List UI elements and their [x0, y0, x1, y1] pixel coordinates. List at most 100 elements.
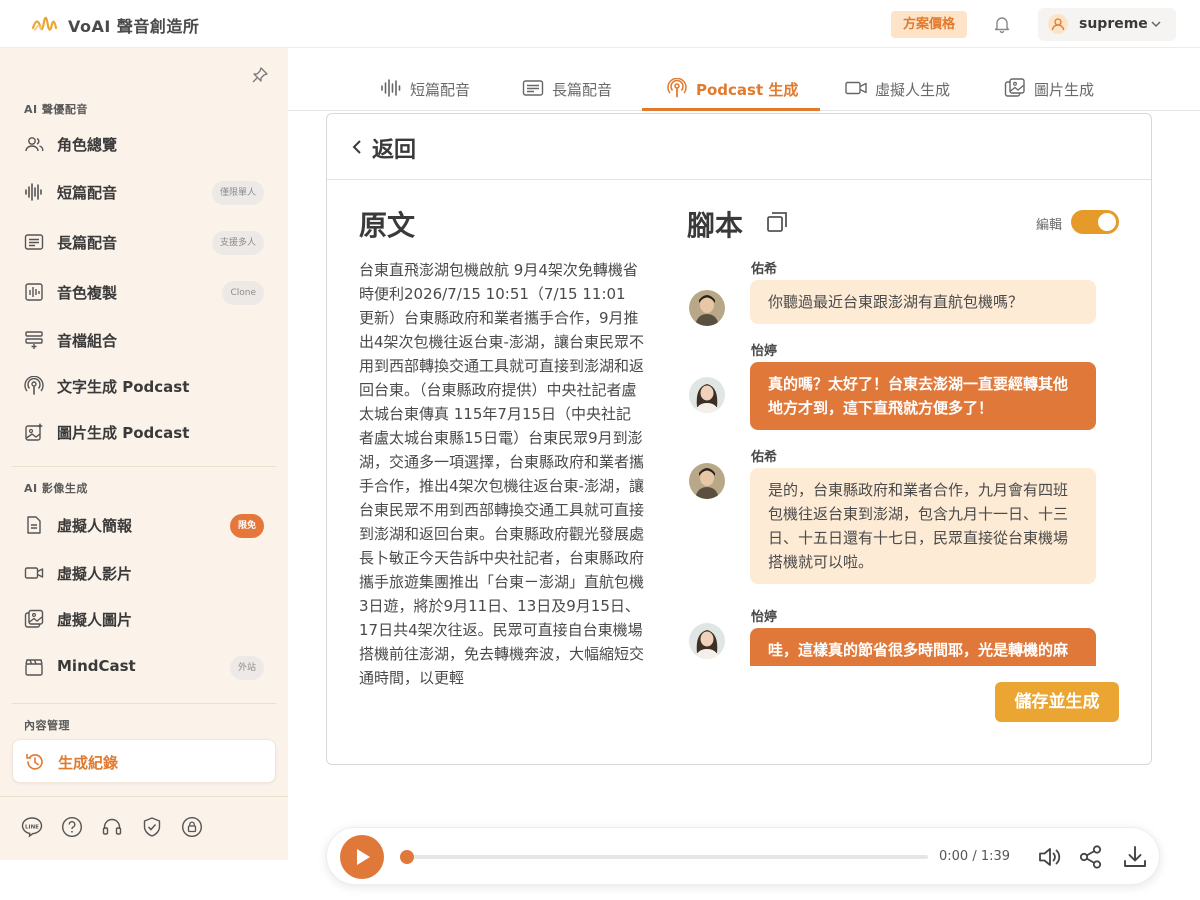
chevron-left-icon[interactable]	[351, 138, 363, 156]
original-text-body: 台東直飛澎湖包機啟航 9月4架次免轉機省時便利2026/7/15 10:51（7…	[359, 261, 645, 687]
section-title-content: 內容管理	[24, 719, 70, 732]
tab-short-voice[interactable]: 短篇配音	[380, 48, 490, 111]
sidebar-item-long-voice[interactable]: 長篇配音 支援多人	[12, 220, 276, 264]
sidebar-item-short-voice[interactable]: 短篇配音 僅限單人	[12, 170, 276, 214]
section-title-video: AI 影像生成	[24, 482, 88, 495]
section-title-voice: AI 聲優配音	[24, 103, 88, 116]
script-title: 腳本	[687, 209, 744, 242]
volume-icon[interactable]	[1037, 844, 1063, 870]
dialogue-bubble[interactable]: 真的嗎？太好了！台東去澎湖一直要經轉其他地方才到，這下直飛就方便多了！	[750, 362, 1096, 430]
active-tab-indicator	[642, 108, 820, 111]
multi-support-badge: 支援多人	[211, 231, 264, 255]
sidebar-item-mindcast[interactable]: MindCast 外站	[12, 645, 276, 689]
top-bar: VoAI 聲音創造所 方案價格 supreme	[0, 0, 1200, 48]
dialogue-bubble[interactable]: 哇，這樣真的節省很多時間耶，光是轉機的麻煩就少掉一大半！那包機還有包含什麼行程嗎…	[750, 628, 1096, 666]
podcast-editor-panel: 返回 原文 台東直飛澎湖包機啟航 9月4架次免轉機省時便利2026/7/15 1…	[326, 113, 1152, 765]
sidebar-item-label: 虛擬人圖片	[57, 611, 133, 629]
dialogue-bubble[interactable]: 你聽過最近台東跟澎湖有直航包機嗎？	[750, 280, 1096, 324]
toggle-knob	[1098, 213, 1116, 231]
video-icon	[24, 567, 44, 579]
app-title[interactable]: VoAI 聲音創造所	[68, 13, 199, 37]
sidebar-item-avatar-video[interactable]: 虛擬人影片	[12, 551, 276, 595]
tab-avatar[interactable]: 虛擬人生成	[845, 48, 965, 111]
edit-toggle[interactable]	[1071, 210, 1119, 234]
dialogue-bubble[interactable]: 是的，台東縣政府和業者合作，九月會有四班包機往返台東到澎湖，包含九月十一日、十三…	[750, 468, 1096, 584]
playback-time: 0:00 / 1:39	[939, 849, 1011, 864]
share-icon[interactable]	[1078, 844, 1104, 870]
speaker-avatar-female	[689, 377, 725, 413]
svg-text:LINE: LINE	[25, 825, 39, 831]
speaker-name: 怡婷	[751, 610, 778, 625]
copy-icon[interactable]	[765, 210, 789, 234]
voice-clone-icon	[25, 283, 43, 301]
progress-track[interactable]	[402, 855, 928, 859]
pricing-button[interactable]: 方案價格	[891, 11, 968, 38]
headset-icon[interactable]	[101, 816, 123, 838]
sidebar-item-label: 角色總覽	[57, 136, 118, 154]
download-icon[interactable]	[1122, 844, 1148, 870]
original-text-title: 原文	[359, 209, 416, 242]
save-and-generate-button[interactable]: 儲存並生成	[995, 682, 1119, 722]
sidebar-item-avatar-image[interactable]: 虛擬人圖片	[12, 597, 276, 641]
back-button[interactable]: 返回	[372, 132, 416, 164]
play-icon	[357, 849, 370, 865]
sidebar-item-characters[interactable]: 角色總覽	[12, 122, 276, 166]
script-dialogue[interactable]: 佑希 你聽過最近台東跟澎湖有直航包機嗎？ 怡婷 真的嗎？太好了！台東去澎湖一直要…	[679, 252, 1119, 666]
speaker-avatar-male	[689, 290, 725, 326]
bell-icon[interactable]	[992, 14, 1012, 34]
podcast-icon	[24, 376, 44, 395]
sidebar-item-voice-clone[interactable]: 音色複製 Clone	[12, 270, 276, 314]
single-only-badge: 僅限單人	[211, 181, 264, 205]
play-button[interactable]	[340, 835, 384, 879]
tab-image[interactable]: 圖片生成	[1004, 48, 1114, 111]
dialogue-line: 佑希 是的，台東縣政府和業者合作，九月會有四班包機往返台東到澎湖，包含九月十一日…	[679, 446, 1119, 592]
avatar	[1048, 14, 1068, 34]
user-menu[interactable]: supreme	[1038, 8, 1176, 41]
sidebar-item-label: 文字生成 Podcast	[57, 378, 190, 396]
tab-long-voice[interactable]: 長篇配音	[522, 48, 632, 111]
users-icon	[25, 137, 44, 152]
podcast-icon	[667, 78, 687, 98]
dialogue-line: 怡婷 哇，這樣真的節省很多時間耶，光是轉機的麻煩就少掉一大半！那包機還有包含什麼…	[679, 606, 1119, 666]
tab-label: 圖片生成	[1034, 81, 1095, 99]
sidebar-divider	[12, 466, 276, 467]
dialogue-line: 佑希 你聽過最近台東跟澎湖有直航包機嗎？	[679, 258, 1119, 328]
help-icon[interactable]	[61, 816, 83, 838]
sidebar-item-label: 虛擬人影片	[57, 565, 133, 583]
sidebar-item-label: 生成紀錄	[58, 754, 119, 772]
speaker-avatar-female	[689, 623, 725, 659]
history-icon	[26, 753, 43, 770]
waveform-icon	[381, 79, 401, 97]
mode-tabs: 短篇配音 長篇配音 Podcast 生成 虛擬人生成 圖片生成	[288, 48, 1200, 111]
sidebar-footer-divider	[0, 796, 288, 797]
sidebar-item-label: 虛擬人簡報	[57, 517, 133, 535]
pin-icon[interactable]	[251, 66, 269, 84]
list-doc-icon	[24, 234, 44, 250]
external-badge: 外站	[229, 656, 264, 680]
tab-label: 長篇配音	[552, 81, 613, 99]
line-icon[interactable]: LINE	[21, 816, 43, 838]
tab-label: Podcast 生成	[696, 81, 799, 99]
document-icon	[27, 516, 41, 534]
image-icon	[24, 609, 44, 628]
audio-merge-icon	[25, 331, 43, 349]
sidebar-item-audio-merge[interactable]: 音檔組合	[12, 318, 276, 362]
sidebar-item-label: 音檔組合	[57, 332, 118, 350]
sidebar-item-avatar-slides[interactable]: 虛擬人簡報 限免	[12, 503, 276, 547]
user-icon	[1051, 18, 1065, 31]
image-icon	[1004, 78, 1025, 97]
sidebar-item-image-podcast[interactable]: 圖片生成 Podcast	[12, 410, 276, 454]
dialogue-line: 怡婷 真的嗎？太好了！台東去澎湖一直要經轉其他地方才到，這下直飛就方便多了！	[679, 340, 1119, 440]
speaker-name: 佑希	[751, 262, 778, 277]
progress-thumb[interactable]	[400, 850, 414, 864]
tab-podcast[interactable]: Podcast 生成	[666, 48, 816, 111]
shield-check-icon[interactable]	[141, 816, 163, 838]
sidebar-item-text-podcast[interactable]: 文字生成 Podcast	[12, 364, 276, 408]
sidebar-item-label: MindCast	[57, 657, 136, 675]
sidebar-item-history[interactable]: 生成紀錄	[12, 739, 276, 783]
voai-logo-icon[interactable]	[30, 10, 58, 38]
waveform-icon	[25, 183, 42, 201]
account-lock-icon[interactable]	[181, 816, 203, 838]
sidebar-divider	[12, 703, 276, 704]
back-header: 返回	[327, 114, 1151, 180]
